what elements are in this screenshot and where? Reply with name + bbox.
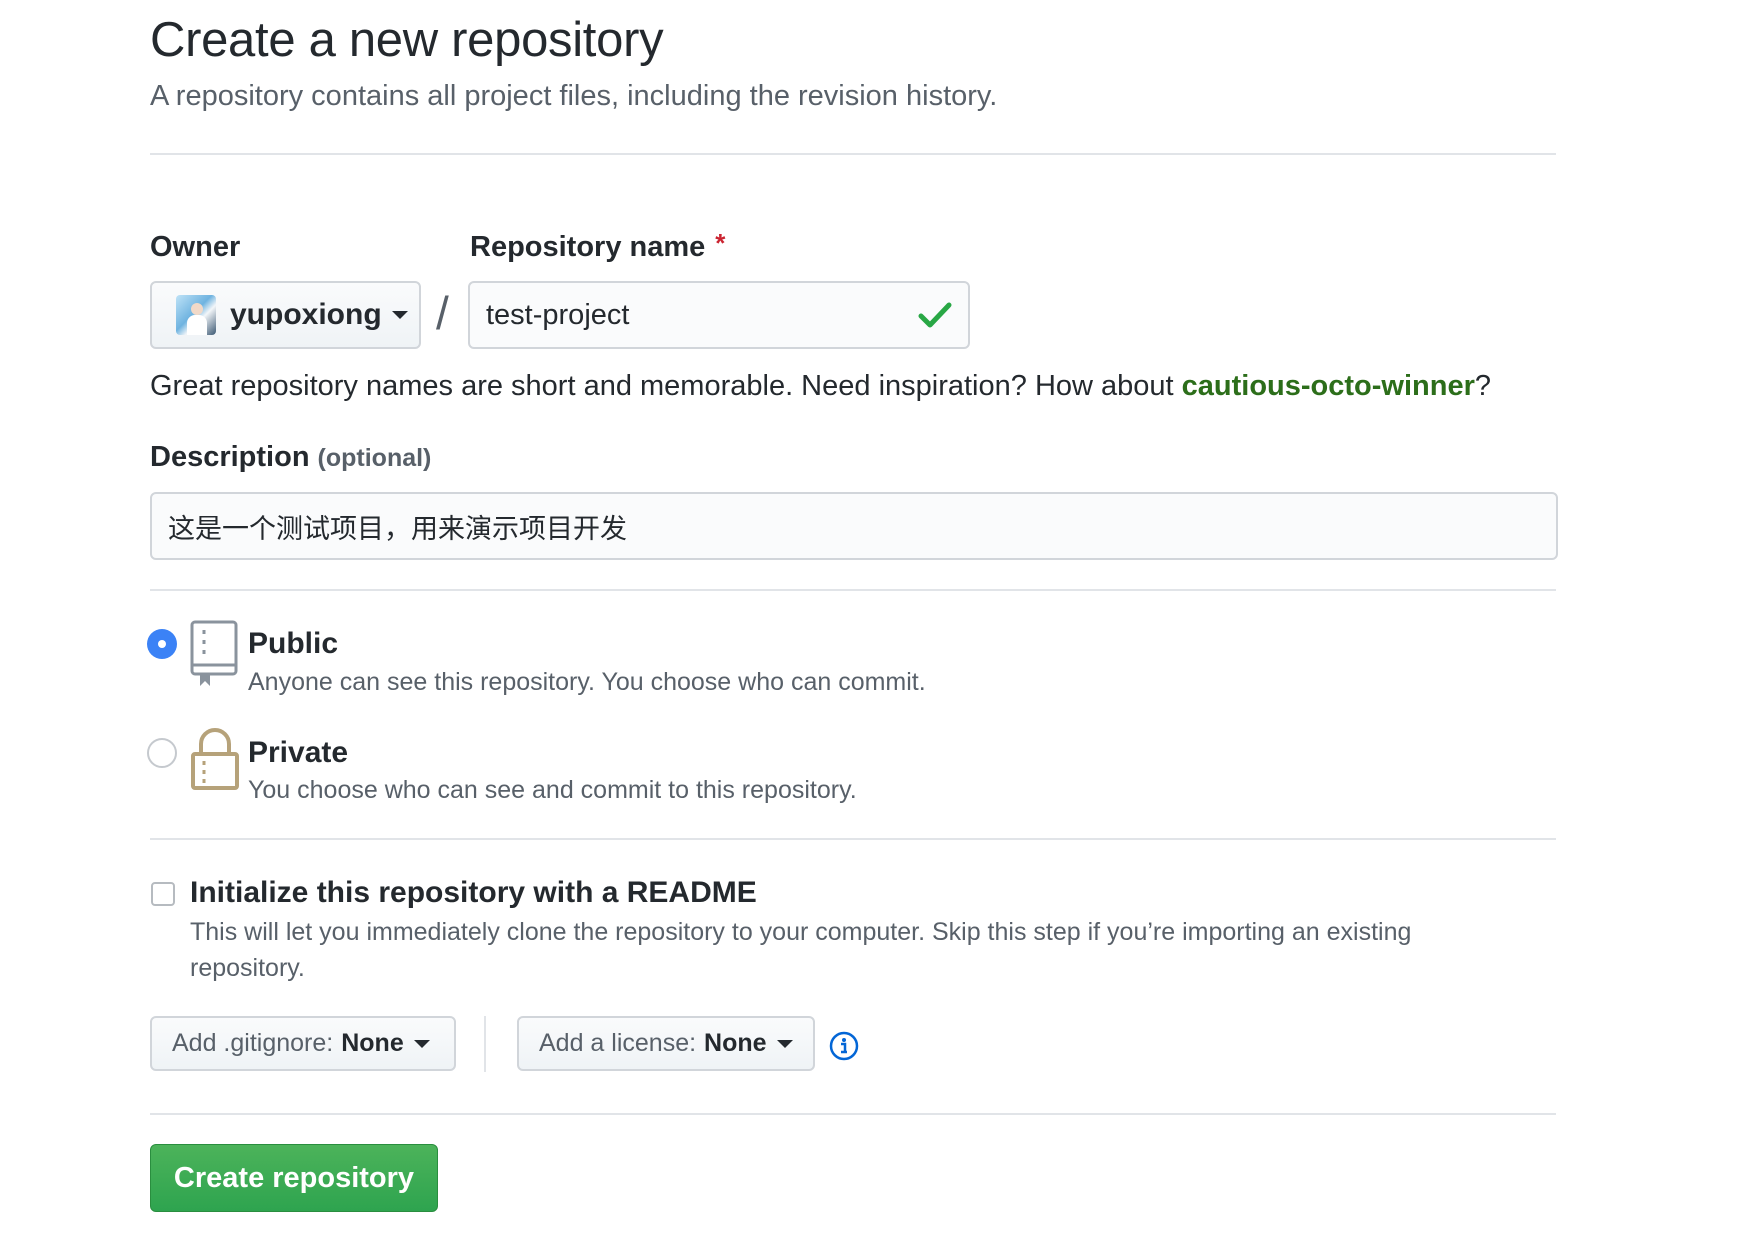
private-title: Private: [248, 736, 349, 769]
gitignore-value: None: [341, 1029, 404, 1057]
description-field[interactable]: [150, 492, 1558, 560]
required-mark: *: [715, 228, 726, 258]
public-description: Anyone can see this repository. You choo…: [248, 668, 926, 696]
private-radio[interactable]: [147, 738, 177, 768]
hint-text: Great repository names are short and mem…: [150, 370, 1182, 402]
caret-down-icon: [391, 311, 408, 319]
lock-icon: [191, 728, 239, 790]
page-title: Create a new repository: [150, 13, 664, 67]
init-readme-checkbox[interactable]: [151, 882, 175, 906]
create-repository-button[interactable]: Create repository: [150, 1144, 438, 1212]
gitignore-label: Add .gitignore:: [172, 1029, 334, 1057]
name-suggestion-link[interactable]: cautious-octo-winner: [1182, 370, 1475, 402]
new-repository-page: Create a new repository A repository con…: [0, 0, 1762, 1240]
select-separator: [484, 1016, 486, 1072]
caret-down-icon: [776, 1039, 793, 1048]
owner-label: Owner: [150, 231, 241, 263]
repo-name-label-text: Repository name: [470, 231, 706, 263]
repo-book-icon: [190, 620, 238, 686]
caret-down-icon: [413, 1039, 430, 1048]
check-icon: [918, 302, 952, 328]
license-label: Add a license:: [539, 1029, 697, 1057]
license-value: None: [704, 1029, 767, 1057]
description-label: Description (optional): [150, 441, 431, 474]
description-label-text: Description: [150, 441, 310, 473]
init-readme-description: This will let you immediately clone the …: [190, 918, 1412, 982]
public-title: Public: [248, 627, 339, 660]
divider: [150, 1113, 1556, 1115]
divider: [150, 153, 1556, 155]
hint-suffix: ?: [1474, 370, 1492, 402]
page-subtitle: A repository contains all project files,…: [150, 80, 998, 112]
owner-name: yupoxiong: [230, 298, 382, 331]
avatar: [176, 295, 216, 335]
repo-name-field[interactable]: [468, 281, 970, 349]
public-radio[interactable]: [147, 629, 177, 659]
info-icon[interactable]: [829, 1031, 859, 1061]
owner-select-button[interactable]: yupoxiong: [150, 281, 421, 349]
private-description: You choose who can see and commit to thi…: [248, 776, 857, 804]
optional-note: (optional): [317, 444, 432, 472]
repo-name-label: Repository name *: [470, 228, 726, 264]
license-select-button[interactable]: Add a license: None: [517, 1016, 815, 1071]
divider: [150, 838, 1556, 840]
repo-name-input[interactable]: [486, 298, 918, 332]
description-input[interactable]: [168, 510, 1540, 542]
owner-repo-separator: /: [436, 287, 449, 339]
divider: [150, 589, 1556, 591]
repo-name-hint: Great repository names are short and mem…: [150, 370, 1491, 403]
gitignore-select-button[interactable]: Add .gitignore: None: [150, 1016, 456, 1071]
init-readme-title: Initialize this repository with a README: [190, 876, 757, 909]
